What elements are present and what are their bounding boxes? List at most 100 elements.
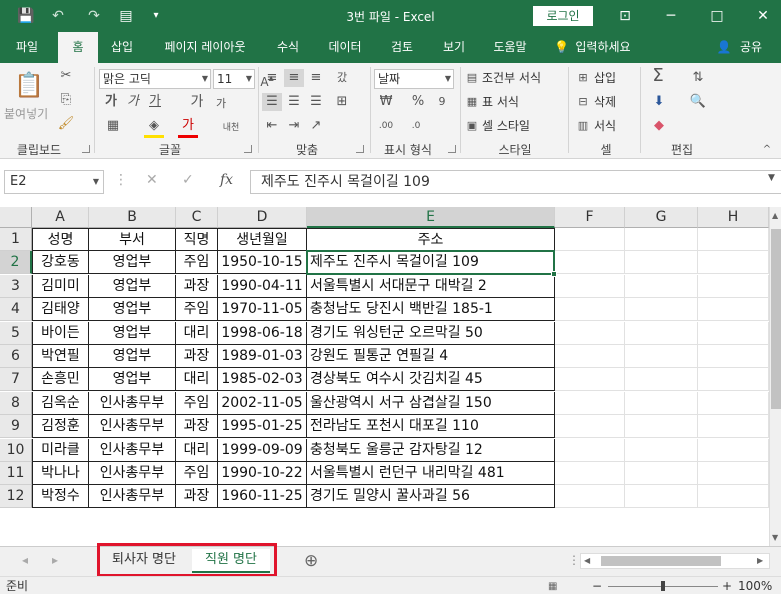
- percent-button[interactable]: %: [410, 93, 426, 111]
- name-box[interactable]: E2 ▼: [4, 170, 104, 194]
- sheet-tab-employees[interactable]: 직원 명단: [192, 549, 270, 573]
- data-cell[interactable]: [555, 485, 625, 509]
- row-header[interactable]: 7: [0, 368, 32, 392]
- data-cell[interactable]: 과장: [176, 345, 218, 368]
- insert-function-icon[interactable]: fx: [220, 172, 233, 188]
- data-cell[interactable]: [625, 298, 698, 322]
- align-bottom-icon[interactable]: ≡: [306, 69, 326, 87]
- fill-color-icon[interactable]: ◈: [144, 117, 164, 138]
- tab-help[interactable]: 도움말: [484, 32, 536, 63]
- tab-data[interactable]: 데이터: [318, 32, 372, 63]
- header-cell[interactable]: 성명: [32, 228, 89, 251]
- fill-icon[interactable]: ⬇: [650, 93, 668, 111]
- close-icon[interactable]: ✕: [740, 0, 781, 32]
- data-cell[interactable]: [555, 274, 625, 298]
- data-cell[interactable]: 박정수: [32, 485, 89, 509]
- data-cell[interactable]: [698, 298, 769, 322]
- merge-center-icon[interactable]: ⊞: [332, 93, 352, 111]
- data-cell[interactable]: 영업부: [89, 368, 176, 392]
- italic-button[interactable]: 가: [124, 93, 142, 111]
- tab-insert[interactable]: 삽입: [102, 32, 142, 63]
- data-cell[interactable]: 대리: [176, 438, 218, 462]
- data-cell[interactable]: 인사총무부: [89, 485, 176, 509]
- zoom-in-button[interactable]: +: [722, 577, 732, 595]
- data-cell[interactable]: 영업부: [89, 345, 176, 368]
- tab-view[interactable]: 보기: [432, 32, 476, 63]
- tab-page-layout[interactable]: 페이지 레이아웃: [152, 32, 258, 63]
- number-launcher-icon[interactable]: [448, 145, 456, 153]
- data-cell[interactable]: 강원도 필통군 연필길 4: [307, 345, 555, 368]
- row-header[interactable]: 3: [0, 274, 32, 298]
- cancel-icon[interactable]: ✕: [146, 172, 158, 188]
- undo-icon[interactable]: ↶: [48, 6, 68, 26]
- data-cell[interactable]: 박나나: [32, 462, 89, 485]
- tab-file[interactable]: 파일: [6, 32, 48, 63]
- scroll-left-icon[interactable]: ◀: [584, 556, 590, 565]
- scroll-down-icon[interactable]: ▼: [772, 533, 778, 542]
- data-cell[interactable]: [698, 345, 769, 368]
- horizontal-scroll-thumb[interactable]: [601, 556, 721, 566]
- expand-formula-icon[interactable]: ▼: [768, 173, 775, 183]
- column-header[interactable]: F: [555, 207, 625, 228]
- row-header[interactable]: 2: [0, 251, 32, 275]
- data-cell[interactable]: [625, 274, 698, 298]
- data-cell[interactable]: [555, 438, 625, 462]
- data-cell[interactable]: 과장: [176, 274, 218, 298]
- data-cell[interactable]: 바이든: [32, 321, 89, 345]
- font-size-select[interactable]: 11 ▼: [213, 69, 255, 89]
- comma-style-button[interactable]: 9: [434, 93, 450, 111]
- sort-filter-icon[interactable]: ⇅: [686, 69, 710, 87]
- data-cell[interactable]: [698, 415, 769, 439]
- data-cell[interactable]: [555, 368, 625, 392]
- data-cell[interactable]: 주임: [176, 391, 218, 415]
- data-cell[interactable]: [555, 298, 625, 322]
- qat-customize-icon[interactable]: ▾: [146, 6, 166, 26]
- bold-button[interactable]: 가: [102, 93, 120, 111]
- font-launcher-icon[interactable]: [244, 145, 252, 153]
- column-header[interactable]: G: [625, 207, 698, 228]
- column-header[interactable]: D: [218, 207, 307, 228]
- row-header[interactable]: 6: [0, 345, 32, 368]
- column-header[interactable]: C: [176, 207, 218, 228]
- data-cell[interactable]: 미라클: [32, 438, 89, 462]
- data-cell[interactable]: [698, 274, 769, 298]
- tab-home[interactable]: 홈: [58, 32, 98, 63]
- data-cell[interactable]: [698, 485, 769, 509]
- data-cell[interactable]: [555, 228, 625, 251]
- login-button[interactable]: 로그인: [533, 6, 593, 26]
- maximize-icon[interactable]: □: [694, 0, 740, 32]
- data-cell[interactable]: 충청북도 울릉군 감자탕길 12: [307, 438, 555, 462]
- data-cell[interactable]: 1950-10-15: [218, 251, 307, 275]
- paste-button[interactable]: 붙여넣기: [4, 105, 48, 123]
- column-header[interactable]: H: [698, 207, 769, 228]
- data-cell[interactable]: [698, 321, 769, 345]
- data-cell[interactable]: 대리: [176, 368, 218, 392]
- tab-review[interactable]: 검토: [380, 32, 424, 63]
- autosum-icon[interactable]: Σ: [648, 67, 668, 85]
- borders-icon[interactable]: ▦: [102, 117, 124, 135]
- data-cell[interactable]: 1970-11-05: [218, 298, 307, 322]
- data-cell[interactable]: 대리: [176, 321, 218, 345]
- column-header[interactable]: B: [89, 207, 176, 228]
- copy-icon[interactable]: ⎘: [56, 91, 76, 109]
- find-select-icon[interactable]: 🔍: [686, 93, 710, 111]
- scroll-right-icon[interactable]: ▶: [757, 556, 763, 565]
- data-cell[interactable]: 1990-04-11: [218, 274, 307, 298]
- collapse-ribbon-icon[interactable]: ^: [760, 141, 774, 159]
- data-cell[interactable]: [555, 462, 625, 485]
- formula-input[interactable]: 제주도 진주시 목걸이길 109: [250, 170, 781, 194]
- conditional-format-button[interactable]: 조건부 서식: [482, 69, 541, 87]
- data-cell[interactable]: 주임: [176, 298, 218, 322]
- data-cell[interactable]: [625, 345, 698, 368]
- select-all-corner[interactable]: [0, 207, 32, 228]
- horizontal-scrollbar[interactable]: ◀ ▶: [580, 553, 770, 569]
- share-button[interactable]: 공유: [734, 32, 768, 63]
- data-cell[interactable]: [698, 438, 769, 462]
- row-header[interactable]: 4: [0, 298, 32, 322]
- cell-styles-button[interactable]: 셀 스타일: [482, 117, 530, 135]
- tab-formulas[interactable]: 수식: [266, 32, 310, 63]
- data-cell[interactable]: 손흥민: [32, 368, 89, 392]
- zoom-level[interactable]: 100%: [738, 577, 772, 595]
- header-cell[interactable]: 주소: [307, 228, 555, 251]
- data-cell[interactable]: 1960-11-25: [218, 485, 307, 509]
